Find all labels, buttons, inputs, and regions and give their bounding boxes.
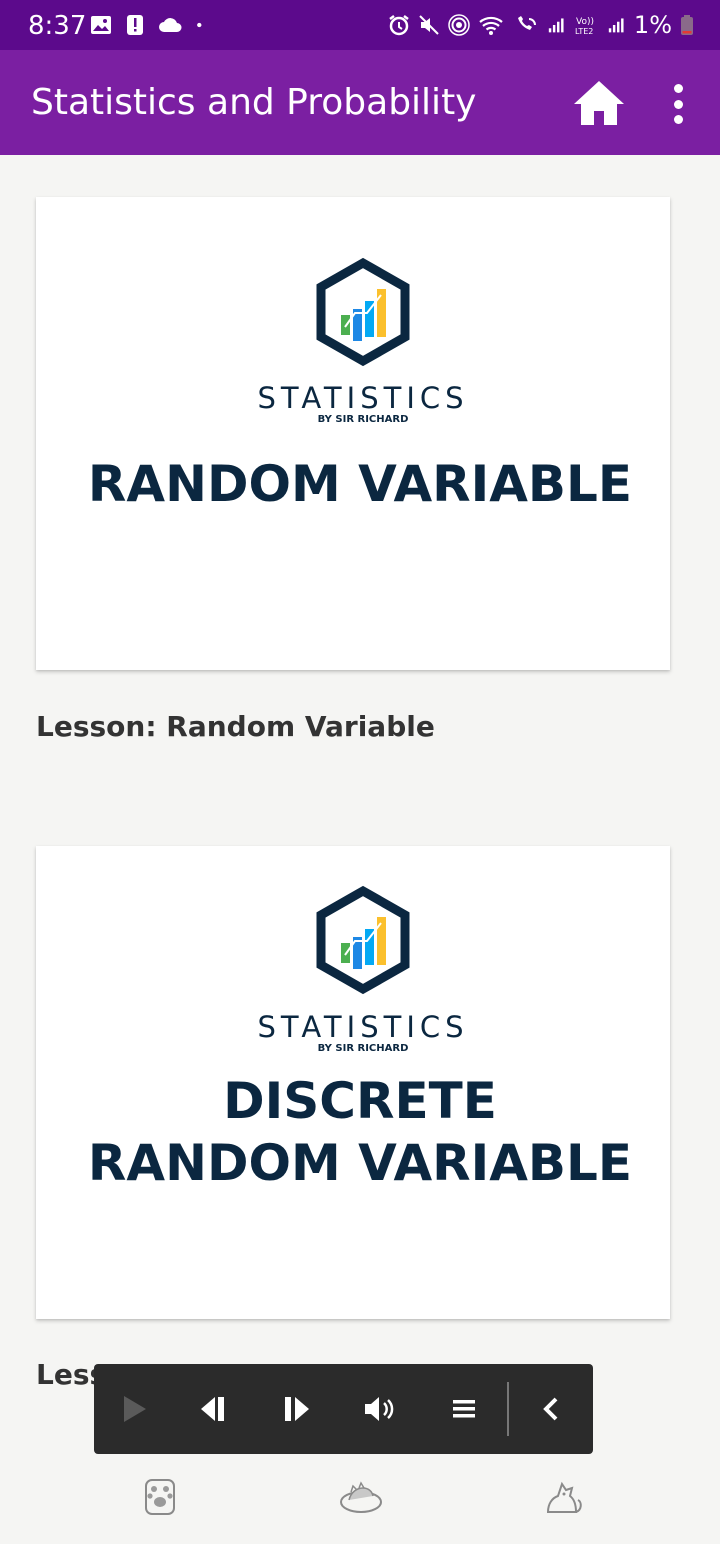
- divider: [507, 1382, 509, 1436]
- brand-text: STATISTICS: [257, 1010, 469, 1044]
- collapse-icon[interactable]: [530, 1388, 572, 1430]
- play-icon[interactable]: [114, 1388, 156, 1430]
- app-title: Statistics and Probability: [31, 82, 477, 123]
- status-time: 8:37: [28, 11, 87, 41]
- wifi-icon: [479, 16, 503, 35]
- lesson-title: RANDOM VARIABLE: [36, 453, 670, 515]
- cat-icon[interactable]: [538, 1472, 586, 1520]
- lesson-title-line: DISCRETE: [223, 1072, 497, 1130]
- system-icons: Vo)) LTE2 1%: [388, 11, 694, 39]
- statistics-logo-icon: [316, 257, 410, 367]
- svg-text:Vo)): Vo)): [576, 17, 594, 27]
- dot-icon: [197, 22, 202, 28]
- lesson-thumbnail[interactable]: STATISTICS BY SIR RICHARD DISCRETE RANDO…: [36, 846, 670, 1319]
- status-bar: 8:37 Vo)) LTE2 1%: [0, 0, 720, 50]
- media-controls: [94, 1364, 593, 1454]
- brand-subtitle: BY SIR RICHARD: [317, 414, 409, 425]
- signal-icon: [548, 18, 564, 33]
- previous-icon[interactable]: [197, 1388, 239, 1430]
- lesson-title-line: RANDOM VARIABLE: [87, 1134, 633, 1192]
- signal-2-icon: [608, 18, 624, 33]
- lesson-thumbnail[interactable]: STATISTICS BY SIR RICHARD RANDOM VARIABL…: [36, 197, 670, 670]
- next-icon[interactable]: [279, 1388, 321, 1430]
- paw-icon[interactable]: [136, 1472, 184, 1520]
- mute-icon: [419, 15, 439, 35]
- brand-subtitle: BY SIR RICHARD: [317, 1043, 409, 1054]
- cat-bed-icon[interactable]: [337, 1472, 385, 1520]
- volte-icon: Vo))LTE2: [575, 17, 594, 36]
- more-vert-icon[interactable]: [666, 84, 690, 124]
- notification-icons: [90, 14, 208, 36]
- alarm-icon: [389, 15, 409, 36]
- lesson-title-line: RANDOM VARIABLE: [87, 455, 633, 513]
- brand-text: STATISTICS: [257, 381, 469, 415]
- battery-percent: 1%: [633, 11, 672, 39]
- hotspot-icon: [448, 14, 470, 36]
- lesson-caption[interactable]: Lesson: Random Variable: [36, 710, 435, 743]
- cloud-icon: [159, 18, 182, 32]
- volume-icon[interactable]: [359, 1388, 401, 1430]
- menu-icon[interactable]: [444, 1388, 486, 1430]
- svg-text:LTE2: LTE2: [575, 27, 593, 36]
- gallery-icon: [91, 16, 111, 34]
- statistics-logo-icon: [316, 885, 410, 995]
- alert-icon: [127, 15, 143, 35]
- battery-icon: [681, 15, 693, 35]
- wifi-calling-icon: [517, 16, 536, 30]
- app-bar: Statistics and Probability: [0, 50, 720, 155]
- home-icon[interactable]: [572, 78, 626, 128]
- lesson-title: DISCRETE RANDOM VARIABLE: [36, 1070, 670, 1194]
